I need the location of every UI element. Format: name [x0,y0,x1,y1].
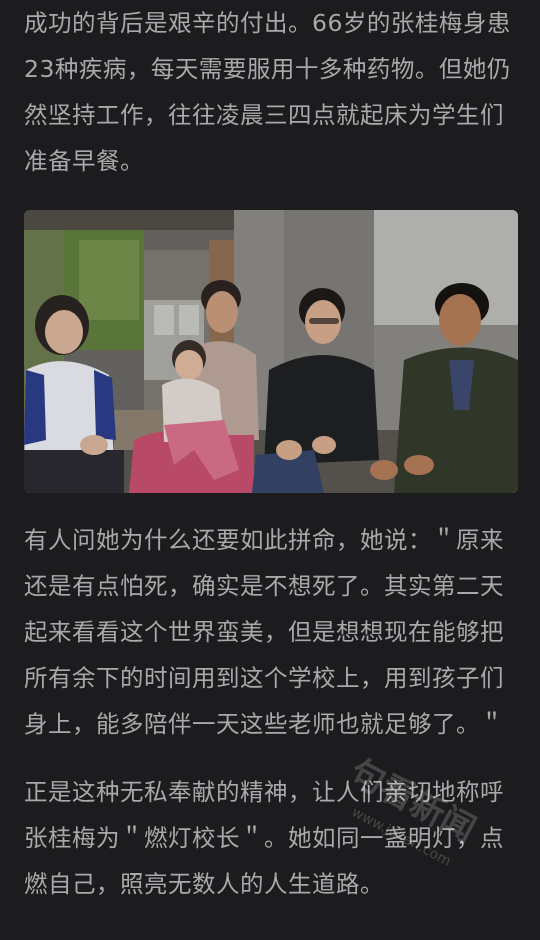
article-paragraph: 成功的背后是艰辛的付出。66岁的张桂梅身患23种疾病，每天需要服用十多种药物。但… [24,9,511,175]
article-body: 成功的背后是艰辛的付出。66岁的张桂梅身患23种疾病，每天需要服用十多种药物。但… [24,0,518,907]
article-paragraph: 有人问她为什么还要如此拼命，她说：＂原来还是有点怕死，确实是不想死了。其实第二天… [24,526,504,738]
article-photo[interactable] [24,210,518,493]
photo-illustration [24,210,518,493]
article-paragraph: 正是这种无私奉献的精神，让人们亲切地称呼张桂梅为＂燃灯校长＂。她如同一盏明灯，点… [24,778,504,898]
